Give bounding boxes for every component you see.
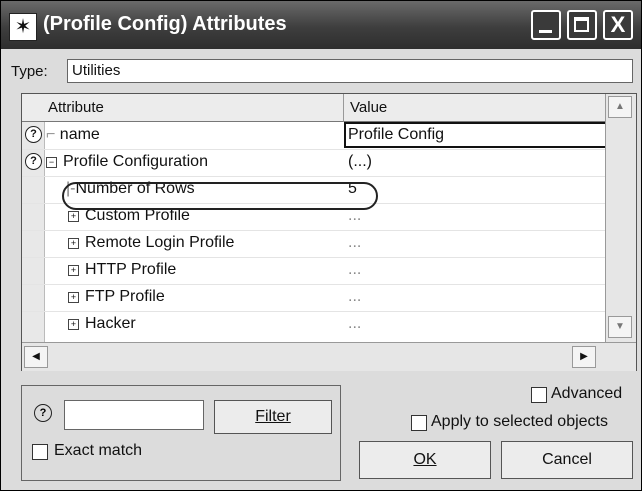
highlight-oval [62, 182, 378, 210]
attribute-label: HTTP Profile [85, 261, 177, 278]
expand-icon[interactable]: + [68, 292, 79, 303]
value-cell[interactable]: ... [348, 234, 361, 252]
filter-button-label: Filter [255, 408, 291, 425]
close-button[interactable]: X [603, 10, 633, 40]
apply-selected-label[interactable]: Apply to selected objects [431, 413, 608, 431]
advanced-checkbox[interactable] [531, 387, 547, 403]
attribute-label: name [59, 126, 100, 143]
attribute-label: Hacker [85, 315, 136, 332]
table-row[interactable]: + HTTP Profile ... [22, 257, 606, 285]
scroll-down-icon[interactable]: ▼ [608, 316, 632, 338]
value-cell[interactable]: (...) [348, 153, 372, 171]
dialog-window: ✶ (Profile Config) Attributes X Type: Ut… [0, 0, 642, 491]
expand-icon[interactable]: + [68, 238, 79, 249]
column-header-value[interactable]: Value [344, 94, 606, 122]
type-label: Type: [11, 63, 48, 80]
horizontal-scrollbar[interactable]: ◀ ▶ [22, 342, 636, 371]
filter-button[interactable]: Filter [214, 400, 332, 434]
attribute-grid: Attribute Value ? ⌐ name Profile Config … [21, 93, 637, 371]
scroll-up-icon[interactable]: ▲ [608, 96, 632, 118]
attribute-cell: + Remote Login Profile [68, 234, 234, 252]
help-icon[interactable]: ? [25, 126, 42, 143]
minimize-button[interactable] [531, 10, 561, 40]
table-row[interactable]: ? − Profile Configuration (...) [22, 149, 606, 177]
title-bar[interactable]: ✶ (Profile Config) Attributes X [1, 1, 641, 49]
filter-help-icon[interactable]: ? [34, 404, 52, 422]
expand-icon[interactable]: + [68, 319, 79, 330]
attribute-cell: + Hacker [68, 315, 136, 333]
value-cell[interactable]: ... [348, 315, 361, 333]
ok-button[interactable]: OK [359, 441, 491, 479]
exact-match-label[interactable]: Exact match [54, 442, 142, 460]
attribute-label: Remote Login Profile [85, 234, 235, 251]
value-cell[interactable]: Profile Config [348, 126, 444, 144]
vertical-scrollbar[interactable]: ▲ ▼ [605, 94, 636, 342]
table-row[interactable]: ? ⌐ name Profile Config [22, 122, 608, 150]
expand-icon[interactable]: + [68, 211, 79, 222]
attribute-cell: + FTP Profile [68, 288, 165, 306]
maximize-button[interactable] [567, 10, 597, 40]
attribute-cell: − Profile Configuration [46, 153, 208, 171]
close-icon: X [610, 12, 626, 37]
scroll-right-icon[interactable]: ▶ [572, 346, 596, 368]
ok-button-label: OK [413, 451, 437, 468]
cancel-button[interactable]: Cancel [501, 441, 633, 479]
apply-selected-checkbox[interactable] [411, 415, 427, 431]
table-row[interactable]: + Remote Login Profile ... [22, 230, 606, 258]
attribute-label: FTP Profile [85, 288, 165, 305]
advanced-label[interactable]: Advanced [551, 385, 622, 403]
value-cell[interactable]: ... [348, 288, 361, 306]
app-icon: ✶ [9, 13, 37, 41]
attribute-label: Profile Configuration [63, 153, 208, 170]
type-field[interactable]: Utilities [67, 59, 633, 83]
filter-input[interactable] [64, 400, 204, 430]
filter-group: ? Filter Exact match [21, 385, 341, 481]
collapse-icon[interactable]: − [46, 157, 57, 168]
cancel-button-label: Cancel [542, 451, 592, 468]
column-header-attribute[interactable]: Attribute [22, 94, 344, 122]
help-icon[interactable]: ? [25, 153, 42, 170]
attribute-cell: ⌐ name [46, 126, 100, 143]
table-row[interactable]: + FTP Profile ... [22, 284, 606, 312]
scroll-left-icon[interactable]: ◀ [24, 346, 48, 368]
table-row[interactable]: + Hacker ... [22, 311, 606, 338]
exact-match-checkbox[interactable] [32, 444, 48, 460]
expand-icon[interactable]: + [68, 265, 79, 276]
window-title: (Profile Config) Attributes [43, 13, 287, 35]
attribute-cell: + HTTP Profile [68, 261, 176, 279]
value-cell[interactable]: ... [348, 261, 361, 279]
